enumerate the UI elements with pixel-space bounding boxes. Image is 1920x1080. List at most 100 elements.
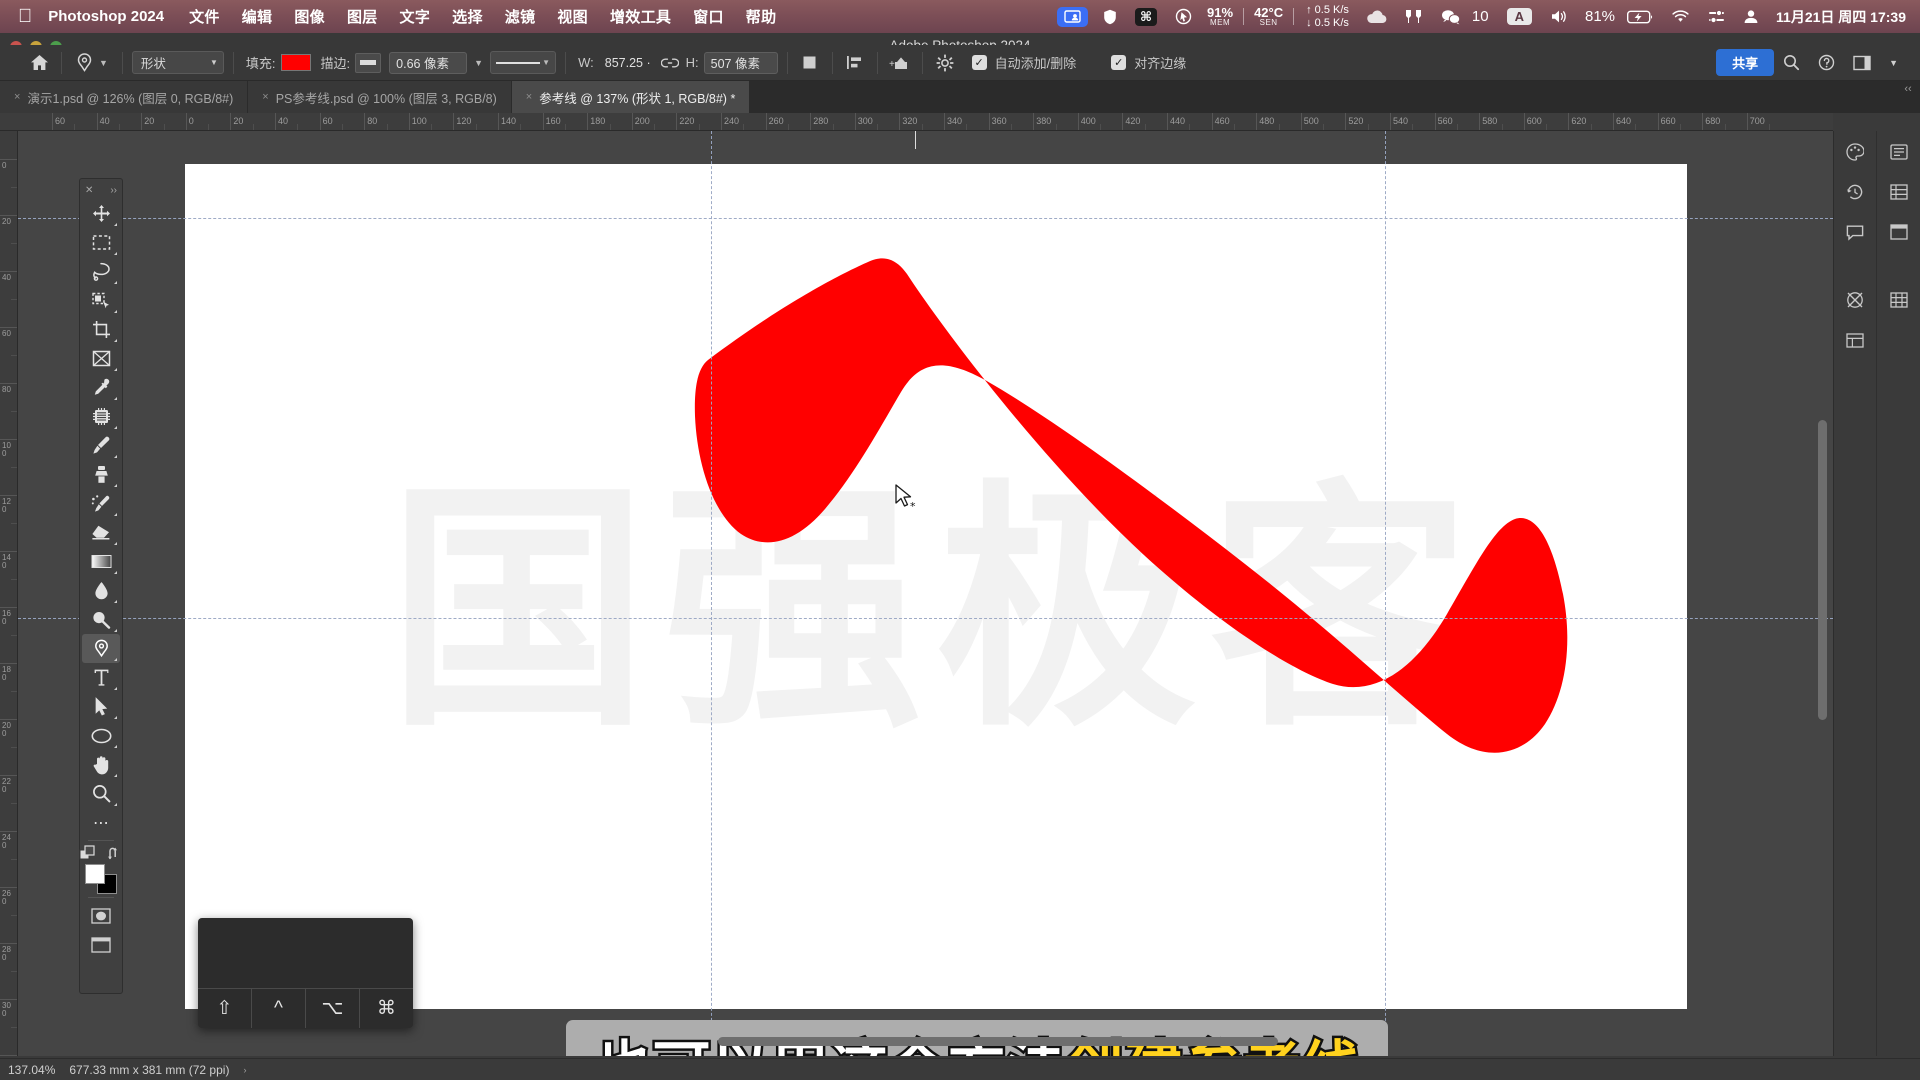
menu-window[interactable]: 窗口 — [682, 6, 735, 27]
menu-type[interactable]: 文字 — [389, 6, 442, 27]
foreground-background-colors[interactable] — [85, 864, 117, 894]
blur-tool[interactable] — [82, 576, 120, 605]
stroke-color-swatch[interactable] — [355, 52, 382, 73]
swap-colors-icon[interactable] — [105, 844, 125, 862]
battery-charging-icon[interactable] — [1627, 10, 1653, 24]
crop-tool[interactable] — [82, 315, 120, 344]
temperature-indicator[interactable]: 42°C SEN — [1254, 6, 1283, 27]
menu-edit[interactable]: 编辑 — [231, 6, 284, 27]
path-arrangement-icon[interactable]: + — [887, 51, 913, 75]
dodge-tool[interactable] — [82, 605, 120, 634]
link-icon[interactable] — [657, 51, 683, 75]
hand-tool[interactable] — [82, 750, 120, 779]
edit-toolbar-icon[interactable] — [78, 844, 98, 862]
history-panel-icon[interactable] — [1840, 179, 1870, 205]
pointer-circle-icon[interactable] — [1175, 8, 1192, 25]
network-speed-indicator[interactable]: ↑ 0.5 K/s ↓ 0.5 K/s — [1306, 4, 1349, 28]
stroke-weight-input[interactable]: 0.66 像素 — [389, 51, 468, 74]
workspace-icon[interactable] — [1853, 55, 1871, 71]
path-alignment-icon[interactable] — [842, 51, 868, 75]
fill-color-swatch[interactable] — [280, 54, 311, 71]
menu-image[interactable]: 图像 — [283, 6, 336, 27]
libraries-panel-icon[interactable] — [1884, 139, 1914, 165]
menu-file[interactable]: 文件 — [178, 6, 231, 27]
shield-icon[interactable] — [1103, 9, 1117, 25]
adjustments-panel-icon[interactable] — [1840, 287, 1870, 313]
shift-key[interactable]: ⇧ — [198, 988, 252, 1028]
foreground-color-swatch[interactable] — [85, 864, 105, 884]
auto-add-delete-checkbox[interactable]: ✓ — [971, 55, 987, 70]
close-icon[interactable]: × — [14, 91, 20, 103]
memory-indicator[interactable]: 91% MEM — [1207, 6, 1233, 27]
quick-mask-icon[interactable] — [82, 901, 120, 930]
search-icon[interactable] — [1783, 54, 1800, 71]
path-selection-tool[interactable] — [82, 692, 120, 721]
type-tool[interactable] — [82, 663, 120, 692]
height-input[interactable]: 507 像素 — [703, 51, 778, 74]
right-panel-dock[interactable] — [1833, 131, 1920, 1056]
comments-panel-icon[interactable] — [1840, 219, 1870, 245]
ellipse-tool[interactable] — [82, 721, 120, 750]
user-icon[interactable] — [1743, 9, 1759, 24]
collapse-icon[interactable]: ›› — [110, 185, 117, 196]
command-key-icon[interactable]: ⌘ — [1134, 7, 1158, 26]
pen-tool[interactable] — [82, 634, 120, 663]
tab-document-2[interactable]: × PS参考线.psd @ 100% (图层 3, RGB/8) — [248, 81, 512, 113]
layers-panel-icon[interactable] — [1884, 179, 1914, 205]
input-method-icon[interactable]: A — [1506, 8, 1532, 25]
control-key[interactable]: ^ — [252, 988, 306, 1028]
bartender-icon[interactable] — [1405, 9, 1423, 24]
vertical-scrollbar[interactable] — [1818, 420, 1827, 720]
menubar-app-name[interactable]: Photoshop 2024 — [46, 8, 178, 25]
control-center-icon[interactable] — [1708, 9, 1725, 24]
chevron-down-icon[interactable]: ▼ — [1889, 58, 1898, 68]
zoom-level[interactable]: 137.04% — [8, 1063, 55, 1077]
eraser-tool[interactable] — [82, 518, 120, 547]
stroke-weight-chevron-icon[interactable]: ▼ — [474, 58, 483, 68]
menu-view[interactable]: 视图 — [546, 6, 599, 27]
zoom-tool[interactable] — [82, 779, 120, 808]
guide-horizontal-1[interactable] — [18, 218, 1833, 219]
home-icon[interactable] — [26, 51, 52, 75]
properties-panel-icon[interactable] — [1840, 327, 1870, 353]
guide-horizontal-2[interactable] — [18, 618, 1833, 619]
clone-stamp-tool[interactable] — [82, 460, 120, 489]
command-key[interactable]: ⌘ — [360, 988, 413, 1028]
share-button[interactable]: 共享 — [1716, 49, 1775, 76]
wechat-icon[interactable] — [1441, 9, 1461, 25]
move-tool[interactable] — [82, 199, 120, 228]
close-icon[interactable]: × — [262, 91, 268, 103]
color-panel-icon[interactable] — [1840, 139, 1870, 165]
wifi-icon[interactable] — [1671, 9, 1690, 24]
path-operations-icon[interactable] — [797, 51, 823, 75]
menubar-clock[interactable]: 11月21日 周四 17:39 — [1776, 7, 1906, 27]
cloud-icon[interactable] — [1366, 10, 1387, 24]
channels-panel-icon[interactable] — [1884, 219, 1914, 245]
menu-filter[interactable]: 滤镜 — [494, 6, 547, 27]
screen-mode-icon[interactable] — [82, 930, 120, 959]
apple-logo-icon[interactable]:  — [18, 7, 32, 26]
history-brush-tool[interactable] — [82, 489, 120, 518]
vertical-ruler[interactable]: 0 20 40 60 80 100 120 140 160 180 200 220 240 260 280 3… — [0, 131, 18, 1056]
spot-healing-tool[interactable] — [82, 402, 120, 431]
close-icon[interactable]: × — [526, 91, 532, 103]
shape-mode-select[interactable]: 形状 ▼ — [131, 51, 224, 74]
option-key[interactable]: ⌥ — [306, 988, 360, 1028]
tab-document-3[interactable]: × 参考线 @ 137% (形状 1, RGB/8#) * — [511, 81, 751, 113]
brush-tool[interactable] — [82, 431, 120, 460]
gear-icon[interactable] — [932, 51, 958, 75]
tool-preset-chevron-icon[interactable]: ▼ — [99, 58, 108, 68]
screen-share-icon[interactable] — [1056, 6, 1088, 27]
menu-help[interactable]: 帮助 — [735, 6, 788, 27]
menu-layer[interactable]: 图层 — [336, 6, 389, 27]
tab-document-1[interactable]: × 演示1.psd @ 126% (图层 0, RGB/8#) — [0, 81, 249, 113]
snap-edges-checkbox[interactable]: ✓ — [1111, 55, 1127, 70]
marquee-tool[interactable] — [82, 228, 120, 257]
frame-tool[interactable] — [82, 344, 120, 373]
menu-plugins[interactable]: 增效工具 — [599, 6, 682, 27]
speaker-icon[interactable] — [1550, 9, 1569, 24]
eyedropper-tool[interactable] — [82, 373, 120, 402]
help-icon[interactable] — [1818, 54, 1835, 71]
object-select-tool[interactable] — [82, 286, 120, 315]
horizontal-scrollbar[interactable] — [718, 1037, 1278, 1046]
